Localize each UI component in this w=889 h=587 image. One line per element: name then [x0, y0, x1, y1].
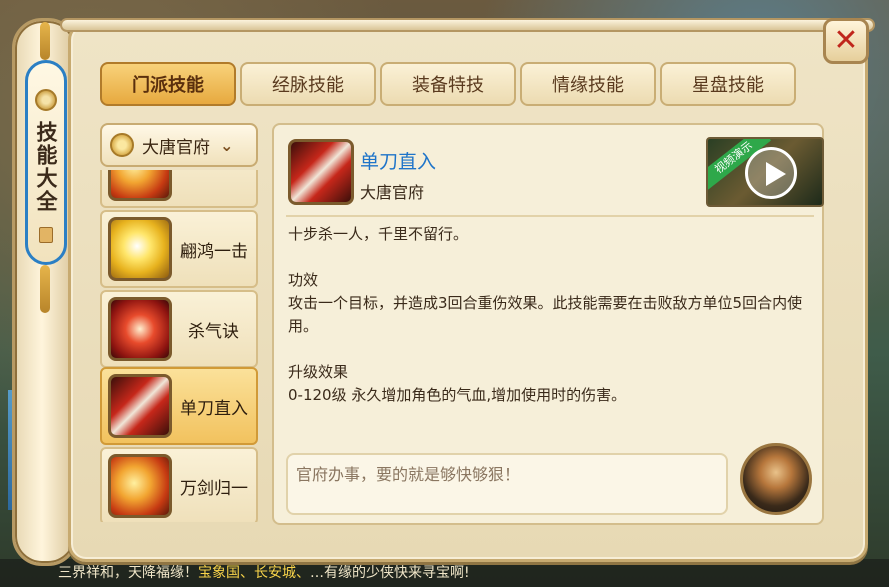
marquee-highlight: 宝象国、长安城、 — [198, 565, 310, 581]
skill-description: 十步杀一人，千里不留行。 功效 攻击一个目标，并造成3回合重伤效果。此技能需要在… — [288, 223, 808, 430]
skill-name: 翩鸿一击 — [180, 241, 248, 262]
chevron-down-icon: ⌄ — [220, 135, 234, 155]
school-emblem-icon — [110, 133, 134, 157]
gold-sword-icon — [108, 217, 172, 281]
marquee-suffix: 有缘的少侠快来寻宝啊! — [324, 565, 470, 581]
skill-name: 杀气诀 — [188, 321, 239, 342]
red-aura-icon — [108, 297, 172, 361]
tassel-top — [40, 22, 50, 60]
list-item-partial[interactable] — [100, 170, 258, 208]
coin-icon — [35, 89, 57, 111]
partial-skill-icon — [108, 170, 172, 201]
window-title: 技能大全 — [34, 121, 58, 213]
fire-swords-icon — [108, 454, 172, 518]
upgrade-text: 0-120级 永久增加角色的气血,增加使用时的伤害。 — [288, 386, 627, 404]
tab-equipment-skills[interactable]: 装备特技 — [380, 62, 516, 106]
school-dropdown[interactable]: 大唐官府 ⌄ — [100, 123, 258, 167]
list-item-skill[interactable]: 杀气诀 — [100, 290, 258, 368]
skill-school: 大唐官府 — [360, 183, 425, 202]
tab-meridian-skills[interactable]: 经脉技能 — [240, 62, 376, 106]
skill-name: 单刀直入 — [180, 398, 248, 419]
skill-name: 万剑归一 — [180, 478, 248, 499]
skill-category-tabs: 门派技能 经脉技能 装备特技 情缘技能 星盘技能 — [100, 62, 796, 106]
skill-detail-header: 单刀直入 大唐官府 视频演示 — [286, 137, 824, 217]
panel-top-roll — [60, 18, 875, 32]
close-button[interactable]: ✕ — [823, 18, 869, 64]
skill-detail-panel: 单刀直入 大唐官府 视频演示 十步杀一人，千里不留行。 功效 攻击一个目标，并造… — [272, 123, 824, 525]
system-marquee: 三界祥和，天降福缘！宝象国、长安城、…有缘的少侠快来寻宝啊! — [0, 559, 889, 587]
blade-icon — [288, 139, 354, 205]
tab-affinity-skills[interactable]: 情缘技能 — [520, 62, 656, 106]
tassel-bottom — [40, 265, 50, 313]
npc-quote: 官府办事，要的就是够快够狠！ — [286, 453, 728, 515]
skill-title: 单刀直入 — [360, 151, 437, 173]
upgrade-heading: 升级效果 — [288, 363, 349, 381]
effect-heading: 功效 — [288, 271, 319, 289]
scroll-title-tab: 技能大全 — [25, 60, 67, 265]
marquee-prefix: 三界祥和，天降福缘！ — [58, 565, 198, 581]
npc-avatar — [740, 443, 812, 515]
skill-list[interactable]: 翩鸿一击 杀气诀 单刀直入 万剑归一 — [98, 170, 260, 522]
effect-text: 攻击一个目标，并造成3回合重伤效果。此技能需要在击败敌方单位5回合内使用。 — [288, 294, 803, 335]
list-item-skill[interactable]: 翩鸿一击 — [100, 210, 258, 288]
tab-school-skills[interactable]: 门派技能 — [100, 62, 236, 106]
video-demo-button[interactable]: 视频演示 — [706, 137, 824, 207]
school-dropdown-value: 大唐官府 — [142, 137, 210, 158]
seal-icon — [39, 227, 53, 243]
play-icon — [745, 147, 797, 199]
tab-astrolabe-skills[interactable]: 星盘技能 — [660, 62, 796, 106]
skill-intro: 十步杀一人，千里不留行。 — [288, 225, 469, 243]
blade-icon — [108, 374, 172, 438]
close-icon: ✕ — [833, 23, 859, 58]
list-item-skill[interactable]: 万剑归一 — [100, 447, 258, 522]
list-item-skill-selected[interactable]: 单刀直入 — [100, 367, 258, 445]
